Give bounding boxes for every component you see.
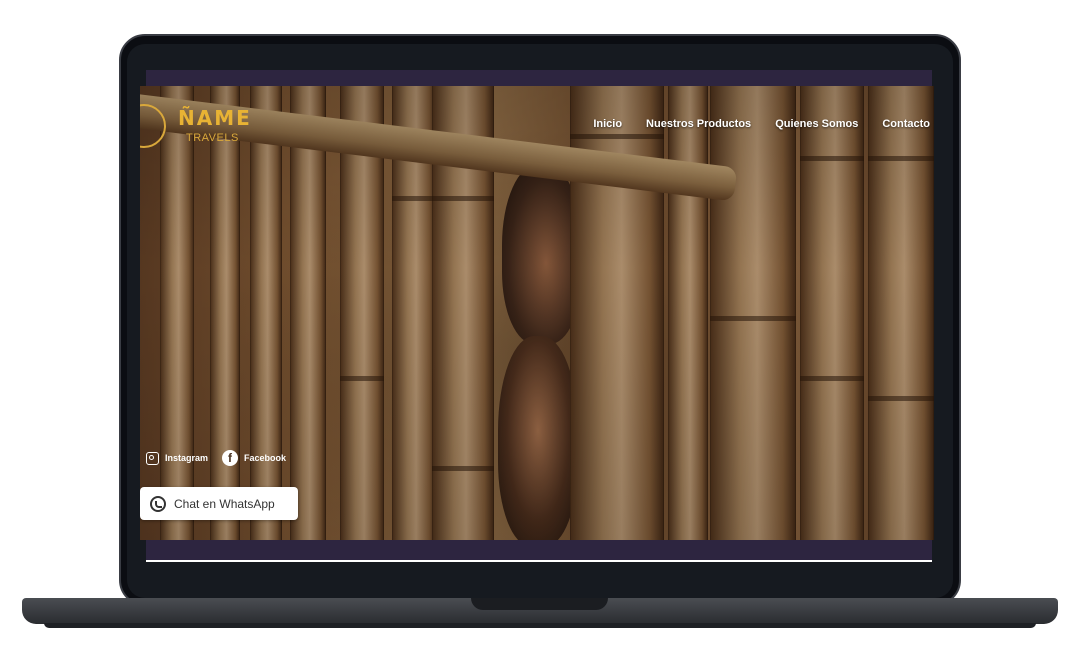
facebook-icon: f — [222, 450, 239, 466]
bamboo-pole — [800, 86, 864, 540]
site-logo[interactable]: ÑAME TRAVELS — [140, 100, 280, 156]
whatsapp-label: Chat en WhatsApp — [174, 496, 275, 511]
instagram-icon — [146, 451, 159, 465]
nav-item-inicio[interactable]: Inicio — [593, 118, 622, 130]
nav-item-contacto[interactable]: Contacto — [882, 118, 930, 130]
whatsapp-icon — [150, 495, 166, 512]
bamboo-pole — [290, 86, 326, 540]
child-bottom — [498, 336, 578, 540]
bamboo-pole — [710, 86, 796, 540]
instagram-link[interactable]: Instagram — [146, 451, 209, 465]
logo-subtitle: TRAVELS — [186, 132, 239, 144]
bamboo-pole — [668, 86, 708, 540]
logo-emblem-icon — [140, 104, 166, 148]
facebook-link[interactable]: f Facebook — [222, 450, 286, 466]
nav-item-quienes-somos[interactable]: Quienes Somos — [775, 118, 858, 130]
main-nav: Inicio Nuestros Productos Quienes Somos … — [593, 118, 930, 130]
facebook-label: Facebook — [244, 453, 287, 463]
whatsapp-chat-button[interactable]: Chat en WhatsApp — [140, 487, 298, 520]
nav-item-nuestros-productos[interactable]: Nuestros Productos — [646, 118, 751, 130]
laptop-notch — [471, 598, 608, 610]
hero-image: ÑAME TRAVELS Inicio Nuestros Productos Q… — [140, 86, 934, 540]
instagram-label: Instagram — [165, 453, 209, 463]
logo-title: ÑAME — [178, 106, 252, 130]
laptop-base-shadow — [44, 623, 1036, 628]
browser-top-bar — [146, 70, 932, 86]
social-links: Instagram f Facebook — [146, 450, 286, 466]
bamboo-pole — [868, 86, 934, 540]
browser-bottom-bar — [146, 540, 932, 560]
